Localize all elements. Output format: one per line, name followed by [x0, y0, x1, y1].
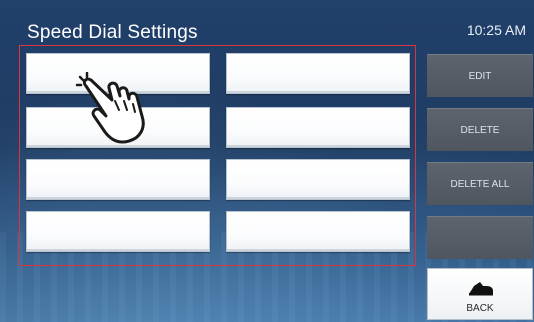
hand-pointer-icon — [75, 72, 145, 144]
empty-side-button — [427, 216, 533, 259]
speed-dial-slot-6[interactable] — [226, 159, 410, 200]
page-title: Speed Dial Settings — [27, 22, 198, 43]
speed-dial-slot-7[interactable] — [26, 211, 210, 252]
speed-dial-slot-5[interactable] — [26, 159, 210, 200]
speed-dial-slot-8[interactable] — [226, 211, 410, 252]
clock-time: 10:25 AM — [466, 22, 526, 38]
back-arrow-icon — [469, 282, 493, 296]
delete-all-button[interactable]: DELETE ALL — [427, 162, 533, 205]
speed-dial-slot-2[interactable] — [226, 53, 410, 94]
speed-dial-slot-4[interactable] — [226, 107, 410, 148]
edit-button[interactable]: EDIT — [427, 54, 533, 97]
delete-button[interactable]: DELETE — [427, 108, 533, 151]
back-button-label: BACK — [466, 303, 494, 314]
back-button[interactable]: BACK — [427, 268, 533, 320]
